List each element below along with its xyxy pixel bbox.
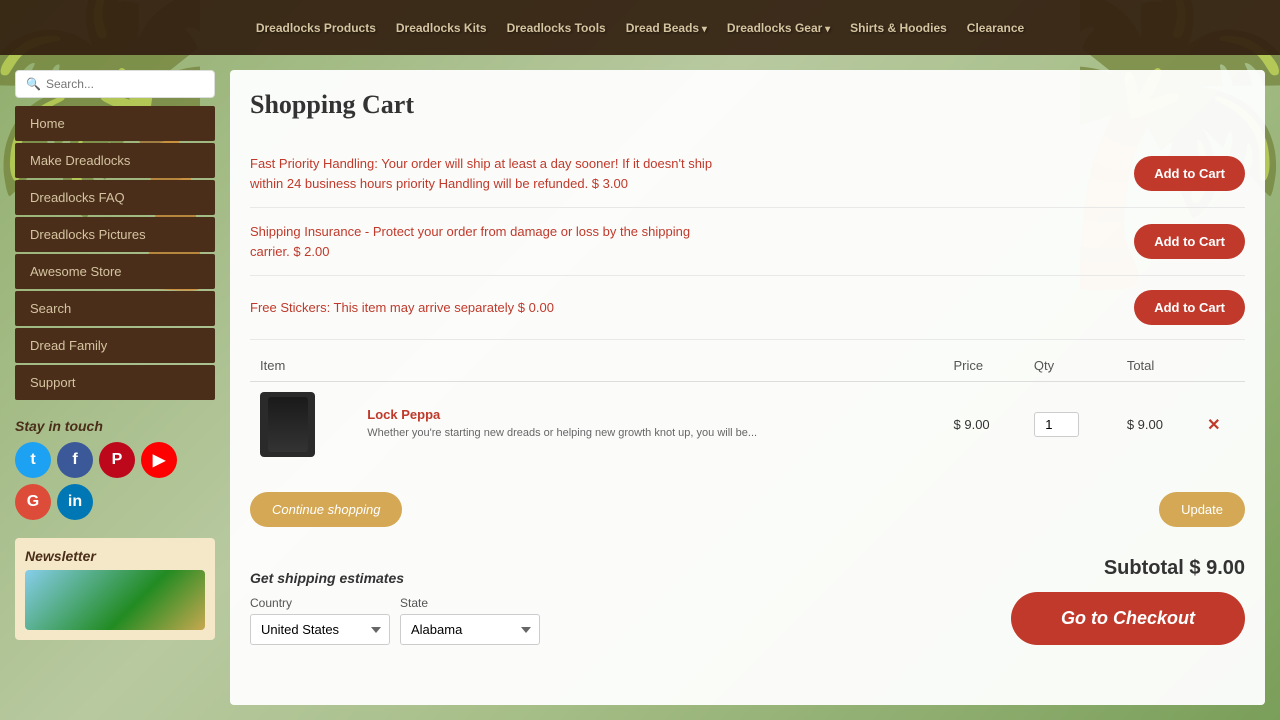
sidebar: 🔍 Home Make Dreadlocks Dreadlocks FAQ Dr…	[15, 70, 215, 705]
sidebar-item-dread-family[interactable]: Dread Family	[15, 328, 215, 363]
sidebar-item-faq[interactable]: Dreadlocks FAQ	[15, 180, 215, 215]
nav-item-gear[interactable]: Dreadlocks Gear	[727, 21, 830, 35]
search-icon: 🔍	[26, 77, 41, 91]
cart-panel: Shopping Cart Fast Priority Handling: Yo…	[230, 70, 1265, 705]
google-icon[interactable]: G	[15, 484, 51, 520]
sidebar-item-make-dreadlocks[interactable]: Make Dreadlocks	[15, 143, 215, 178]
remove-cell: ✕	[1197, 382, 1245, 468]
update-cart-button[interactable]: Update	[1159, 492, 1245, 527]
country-select[interactable]: United States Canada United Kingdom	[250, 614, 390, 645]
col-header-price: Price	[944, 350, 1024, 382]
bottom-row: Get shipping estimates Country United St…	[250, 537, 1245, 645]
shipping-title: Get shipping estimates	[250, 570, 540, 586]
add-to-cart-btn-2[interactable]: Add to Cart	[1134, 224, 1245, 259]
product-image-inner	[268, 397, 308, 452]
continue-shopping-button[interactable]: Continue shopping	[250, 492, 402, 527]
sidebar-search-container[interactable]: 🔍	[15, 70, 215, 98]
upsell-item-1: Fast Priority Handling: Your order will …	[250, 140, 1245, 208]
state-label: State	[400, 596, 540, 610]
cart-title: Shopping Cart	[250, 90, 1245, 120]
product-description: Whether you're starting new dreads or he…	[367, 426, 757, 441]
col-header-empty	[357, 350, 943, 382]
state-group: State Alabama Alaska Arizona California …	[400, 596, 540, 645]
youtube-icon[interactable]: ▶	[141, 442, 177, 478]
remove-item-button[interactable]: ✕	[1207, 415, 1220, 435]
social-icons-container: t f P ▶ G in	[15, 442, 215, 520]
table-row: Lock Peppa Whether you're starting new d…	[250, 382, 1245, 468]
shipping-section: Get shipping estimates Country United St…	[250, 570, 540, 645]
add-to-cart-btn-3[interactable]: Add to Cart	[1134, 290, 1245, 325]
product-details: Lock Peppa Whether you're starting new d…	[367, 407, 757, 441]
nav-item-beads[interactable]: Dread Beads	[626, 21, 707, 35]
col-header-qty: Qty	[1024, 350, 1117, 382]
add-to-cart-btn-1[interactable]: Add to Cart	[1134, 156, 1245, 191]
upsell-item-3: Free Stickers: This item may arrive sepa…	[250, 276, 1245, 340]
nav-item-tools[interactable]: Dreadlocks Tools	[507, 21, 606, 35]
sidebar-item-home[interactable]: Home	[15, 106, 215, 141]
sidebar-item-support[interactable]: Support	[15, 365, 215, 400]
checkout-button[interactable]: Go to Checkout	[1011, 592, 1245, 645]
col-header-item: Item	[250, 350, 357, 382]
sidebar-nav: Home Make Dreadlocks Dreadlocks FAQ Drea…	[15, 106, 215, 400]
col-header-remove	[1197, 350, 1245, 382]
upsell-text-3: Free Stickers: This item may arrive sepa…	[250, 298, 730, 318]
main-content: Shopping Cart Fast Priority Handling: Yo…	[230, 70, 1265, 705]
upsell-text-2: Shipping Insurance - Protect your order …	[250, 222, 730, 261]
product-info: Lock Peppa Whether you're starting new d…	[367, 407, 933, 441]
pinterest-icon[interactable]: P	[99, 442, 135, 478]
product-name: Lock Peppa	[367, 407, 757, 422]
product-image-cell	[250, 382, 357, 468]
shipping-form: Country United States Canada United King…	[250, 596, 540, 645]
main-layout: 🔍 Home Make Dreadlocks Dreadlocks FAQ Dr…	[0, 55, 1280, 720]
subtotal-amount: Subtotal $ 9.00	[1104, 557, 1245, 580]
quantity-input[interactable]	[1034, 412, 1079, 437]
top-navigation: Dreadlocks Products Dreadlocks Kits Drea…	[0, 0, 1280, 55]
subtotal-section: Subtotal $ 9.00 Go to Checkout	[1011, 547, 1245, 645]
product-price: $ 9.00	[944, 382, 1024, 468]
product-info-cell: Lock Peppa Whether you're starting new d…	[357, 382, 943, 468]
twitter-icon[interactable]: t	[15, 442, 51, 478]
search-input[interactable]	[46, 77, 204, 91]
product-qty-cell	[1024, 382, 1117, 468]
nav-item-clearance[interactable]: Clearance	[967, 21, 1024, 35]
country-label: Country	[250, 596, 390, 610]
newsletter-section: Newsletter	[15, 538, 215, 640]
product-total: $ 9.00	[1117, 382, 1197, 468]
col-header-total: Total	[1117, 350, 1197, 382]
social-label: Stay in touch	[15, 418, 215, 434]
cart-table: Item Price Qty Total	[250, 350, 1245, 467]
social-section: Stay in touch t f P ▶ G in	[15, 418, 215, 520]
country-group: Country United States Canada United King…	[250, 596, 390, 645]
nav-item-products[interactable]: Dreadlocks Products	[256, 21, 376, 35]
sidebar-item-pictures[interactable]: Dreadlocks Pictures	[15, 217, 215, 252]
sidebar-item-store[interactable]: Awesome Store	[15, 254, 215, 289]
facebook-icon[interactable]: f	[57, 442, 93, 478]
cart-actions: Continue shopping Update	[250, 482, 1245, 527]
upsell-text-1: Fast Priority Handling: Your order will …	[250, 154, 730, 193]
state-select[interactable]: Alabama Alaska Arizona California Colora…	[400, 614, 540, 645]
nav-item-kits[interactable]: Dreadlocks Kits	[396, 21, 487, 35]
sidebar-item-search[interactable]: Search	[15, 291, 215, 326]
nav-item-shirts[interactable]: Shirts & Hoodies	[850, 21, 947, 35]
product-image	[260, 392, 315, 457]
newsletter-image	[25, 570, 205, 630]
linkedin-icon[interactable]: in	[57, 484, 93, 520]
newsletter-label: Newsletter	[25, 548, 205, 564]
upsell-item-2: Shipping Insurance - Protect your order …	[250, 208, 1245, 276]
